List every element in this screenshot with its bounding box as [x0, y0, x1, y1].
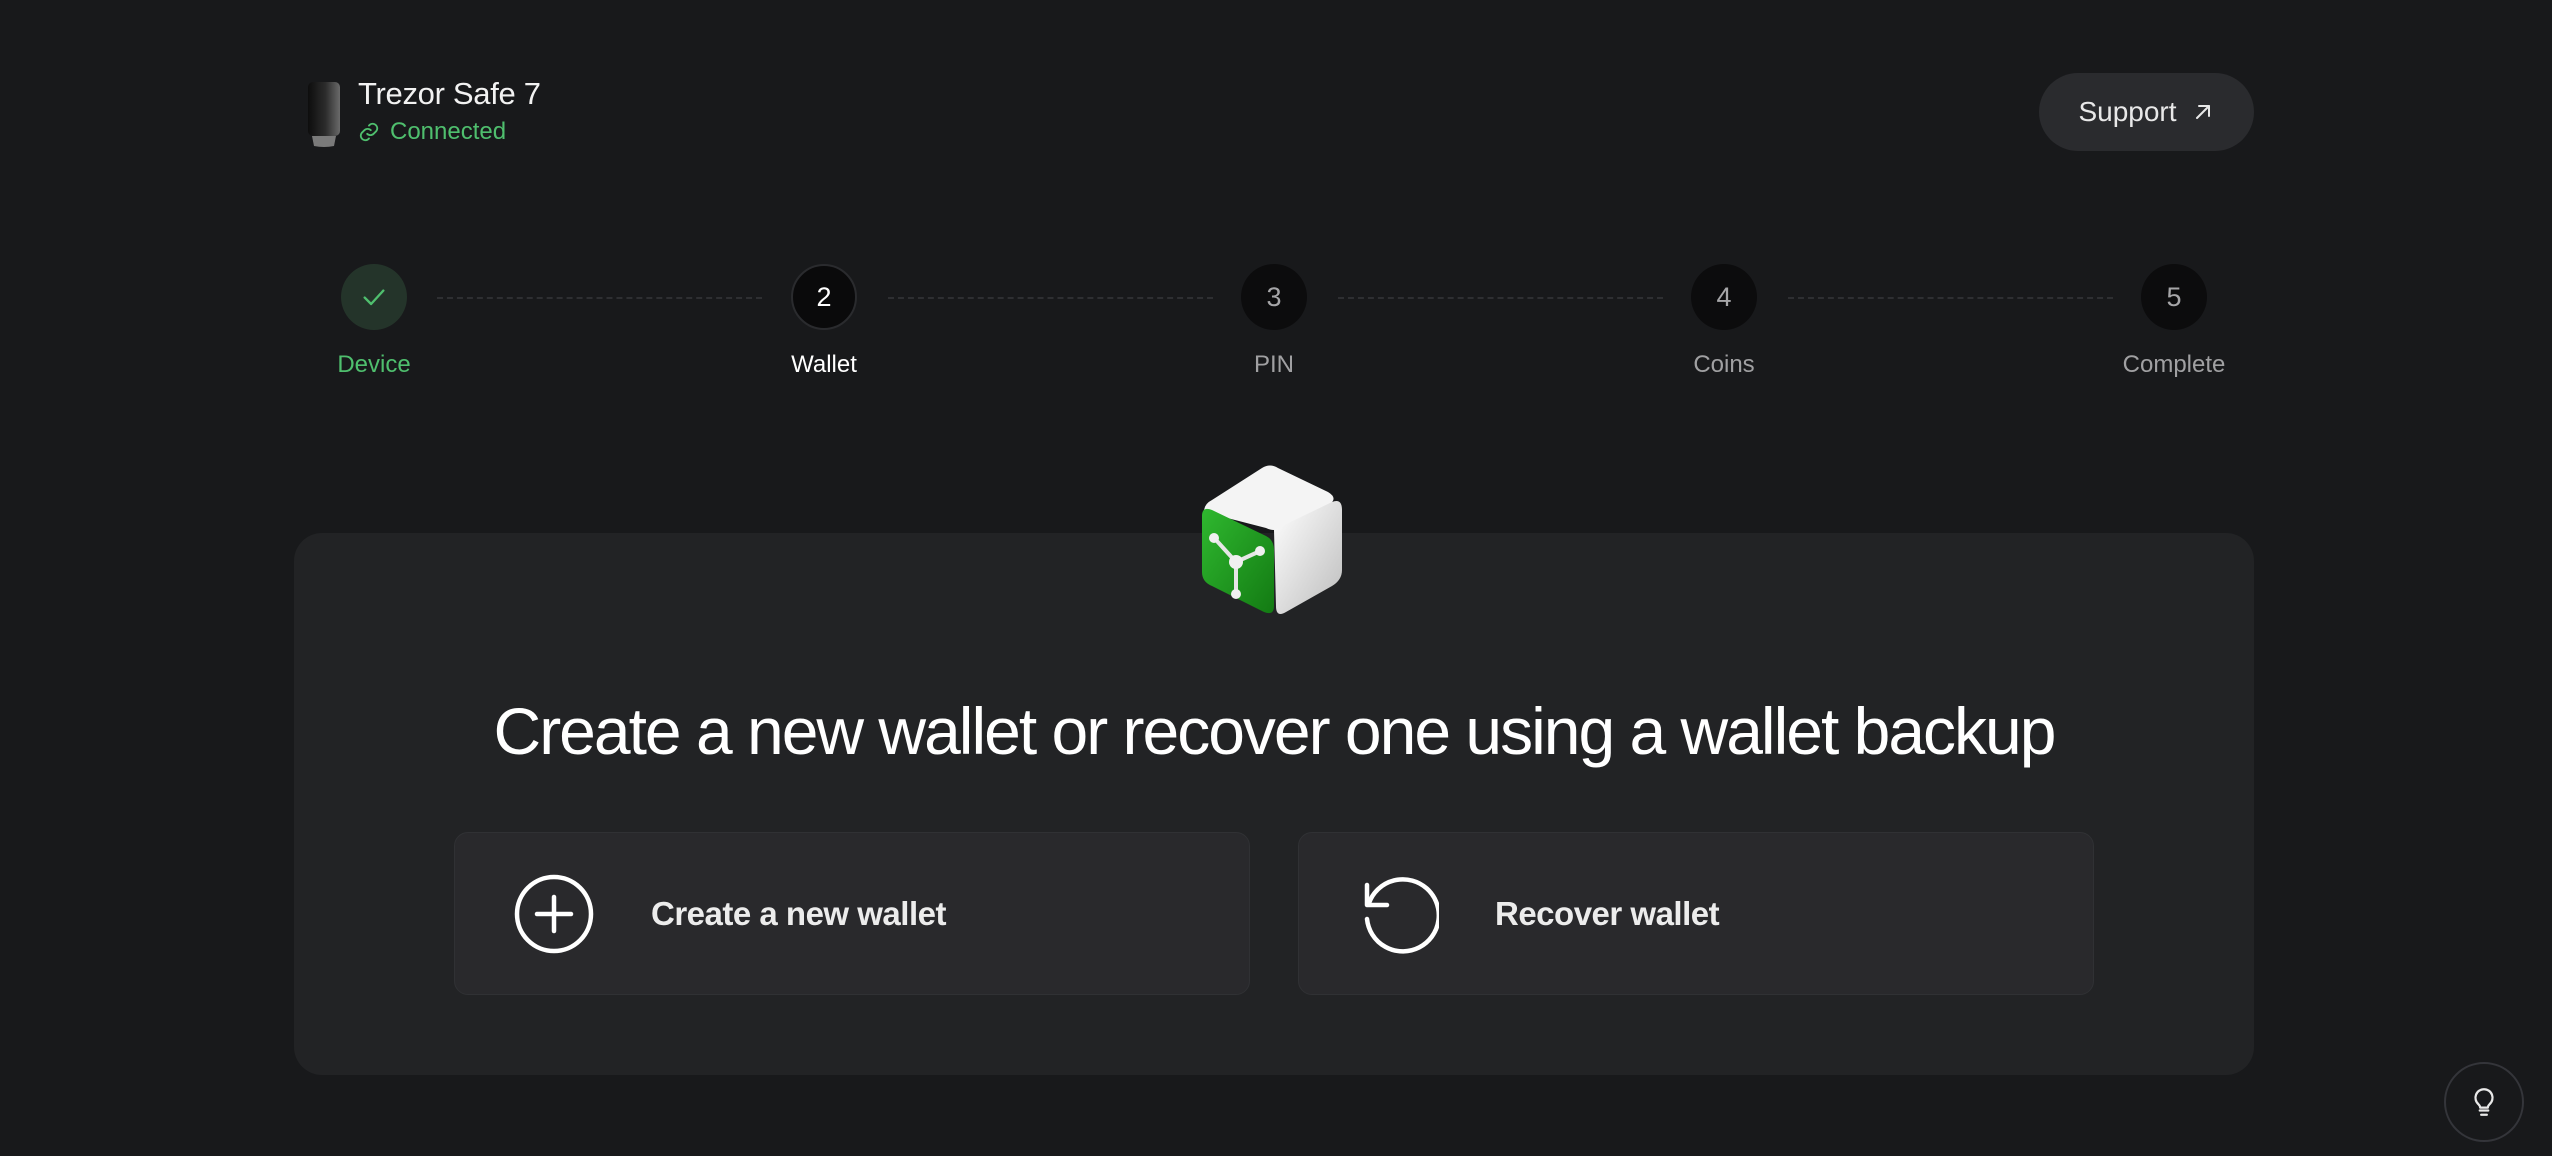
link-icon: [359, 122, 379, 142]
trezor-device-icon: [308, 82, 340, 147]
device-name: Trezor Safe 7: [358, 76, 541, 111]
page-title: Create a new wallet or recover one using…: [493, 694, 2057, 768]
step-circle: 4: [1691, 264, 1757, 330]
step-circle: 5: [2141, 264, 2207, 330]
step-connector: [1338, 297, 1663, 299]
tips-button[interactable]: [2444, 1062, 2524, 1142]
support-label: Support: [2078, 96, 2177, 127]
arrow-up-right-icon: [2195, 105, 2210, 119]
step-connector: [437, 297, 762, 299]
step-pin[interactable]: 3 PIN: [1174, 264, 1374, 380]
recover-wallet-button[interactable]: Recover wallet: [1298, 832, 2094, 995]
step-complete[interactable]: 5 Complete: [2074, 264, 2274, 380]
recover-wallet-label: Recover wallet: [1495, 894, 1720, 932]
create-new-wallet-label: Create a new wallet: [651, 894, 946, 932]
connection-status: Connected: [358, 116, 541, 148]
create-new-wallet-button[interactable]: Create a new wallet: [454, 832, 1250, 995]
rotate-ccw-icon: [1364, 876, 1439, 954]
step-circle: 3: [1241, 264, 1307, 330]
step-circle: [341, 264, 407, 330]
step-label: Coins: [1693, 351, 1755, 378]
step-label: Device: [337, 351, 411, 378]
device-info: Trezor Safe 7 Connected: [306, 74, 541, 148]
check-icon: [363, 289, 385, 306]
step-circle: 2: [791, 264, 857, 330]
step-connector: [1788, 297, 2113, 299]
step-label: Wallet: [791, 351, 857, 378]
step-label: Complete: [2122, 351, 2226, 378]
plus-circle-icon: [514, 874, 594, 953]
step-wallet[interactable]: 2 Wallet: [724, 264, 924, 380]
onboarding-stepper: Device 2 Wallet 3 PIN 4 Coins 5 Complete: [0, 0, 2552, 400]
step-device[interactable]: Device: [274, 264, 474, 380]
support-button[interactable]: Support: [2039, 73, 2254, 151]
step-connector: [888, 297, 1213, 299]
step-coins[interactable]: 4 Coins: [1624, 264, 1824, 380]
lightbulb-icon: [2474, 1088, 2494, 1116]
step-label: PIN: [1253, 351, 1294, 378]
connection-status-label: Connected: [390, 118, 507, 145]
safe-illustration: [1202, 465, 1342, 614]
